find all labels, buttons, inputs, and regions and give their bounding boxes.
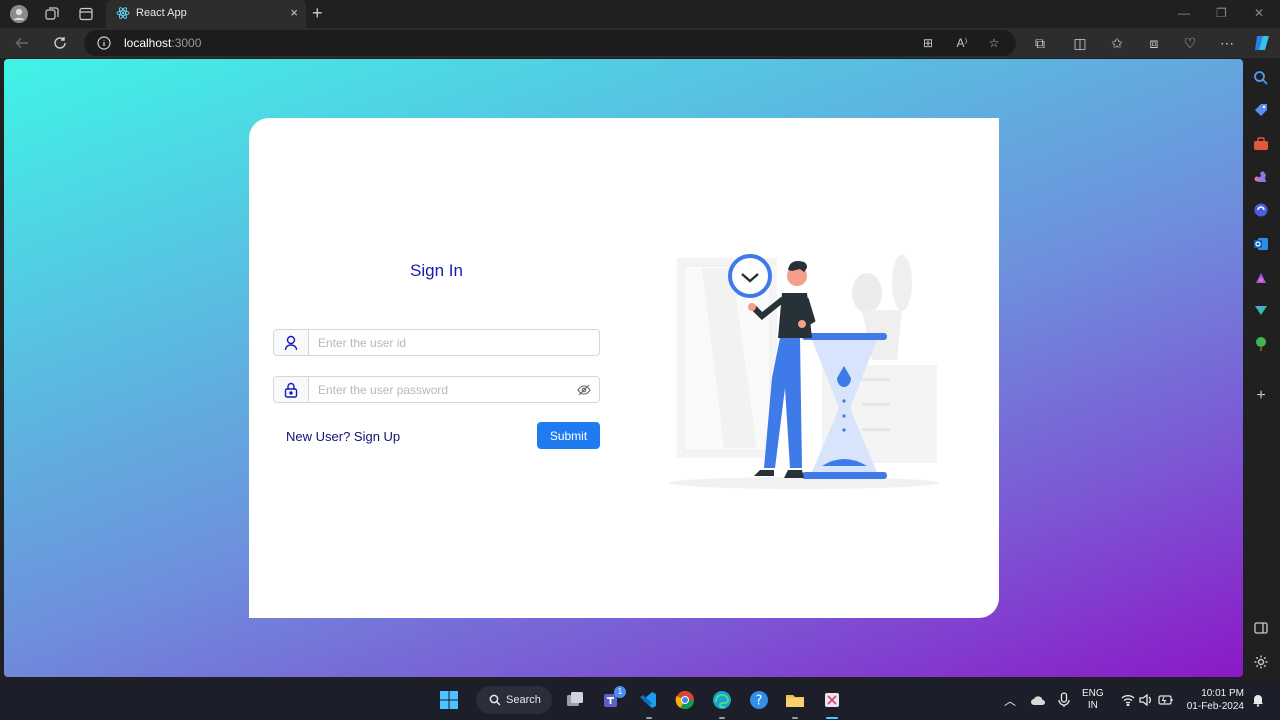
address-bar[interactable]: localhost:3000 ⊞ A⁾ ☆ [84, 30, 1016, 56]
taskbar-search[interactable]: Search [476, 686, 552, 714]
search-label: Search [506, 694, 541, 706]
system-clock[interactable]: 10:01 PM 01-Feb-2024 [1187, 687, 1244, 713]
search-icon[interactable] [1253, 70, 1269, 86]
tree-icon[interactable] [1253, 336, 1269, 352]
profile-avatar-icon[interactable] [9, 4, 29, 24]
site-info-icon[interactable] [97, 36, 111, 50]
clock-time: 10:01 PM [1201, 688, 1244, 699]
copilot-icon[interactable] [1252, 33, 1272, 53]
svg-text:?: ? [756, 694, 763, 709]
add-sidebar-app-icon[interactable]: + [1253, 388, 1269, 404]
signin-card: Sign In New User? Sign Up Submit [249, 118, 999, 618]
drop-icon[interactable] [1253, 302, 1269, 318]
browser-tab-strip: React App × + — ❐ ✕ [0, 0, 1280, 28]
page-background: Sign In New User? Sign Up Submit [4, 59, 1243, 677]
tab-react-app[interactable]: React App × [106, 0, 306, 28]
more-options-icon[interactable]: ⋯ [1217, 33, 1237, 53]
chrome-icon[interactable] [673, 688, 697, 712]
chevron-up-icon[interactable]: ︿ [998, 688, 1022, 712]
snipping-tool-icon[interactable] [820, 688, 844, 712]
back-icon[interactable] [12, 33, 32, 53]
userid-field [273, 329, 600, 356]
tools-briefcase-icon[interactable] [1253, 136, 1269, 152]
time-illustration [669, 254, 939, 489]
url-text: localhost:3000 [124, 36, 202, 50]
designer-icon[interactable] [1253, 270, 1269, 286]
copilot-sidebar-icon[interactable] [1253, 202, 1269, 218]
task-view-icon[interactable] [563, 688, 587, 712]
explorer-running-indicator [792, 717, 798, 719]
user-icon [274, 330, 309, 355]
lock-icon [274, 377, 309, 402]
tab-actions-icon[interactable] [76, 4, 96, 24]
workspaces-icon[interactable] [42, 4, 62, 24]
extensions-icon[interactable]: ⧉ [1030, 33, 1050, 53]
edge-sidebar: + [1243, 58, 1280, 682]
file-explorer-icon[interactable] [783, 688, 807, 712]
browser-essentials-icon[interactable]: ♡ [1180, 33, 1200, 53]
windows-start-icon[interactable] [437, 688, 461, 712]
help-icon[interactable]: ? [747, 688, 771, 712]
edge-running-indicator [719, 717, 725, 719]
split-screen-icon[interactable]: ◫ [1070, 33, 1090, 53]
shopping-tag-icon[interactable] [1253, 102, 1269, 118]
eye-slash-icon[interactable] [577, 383, 591, 397]
react-logo-icon [116, 7, 130, 19]
tab-close-button[interactable]: × [290, 5, 298, 21]
outlook-icon[interactable] [1253, 236, 1269, 252]
read-aloud-icon[interactable]: A⁾ [954, 35, 970, 51]
minimize-button[interactable]: — [1178, 6, 1190, 20]
password-field [273, 376, 600, 403]
collections-icon[interactable]: ⧈ [1144, 33, 1164, 53]
favorites-icon[interactable]: ✩ [1107, 33, 1127, 53]
onedrive-cloud-icon[interactable] [1026, 688, 1050, 712]
userid-input[interactable] [318, 333, 578, 352]
battery-icon[interactable] [1154, 688, 1178, 712]
teams-notification-badge: 1 [614, 686, 626, 698]
clock-date: 01-Feb-2024 [1186, 701, 1244, 712]
page-title: Sign In [410, 261, 463, 280]
games-chess-icon[interactable] [1253, 168, 1269, 184]
signup-link[interactable]: New User? Sign Up [286, 429, 400, 444]
microphone-icon[interactable] [1052, 688, 1076, 712]
favorite-star-icon[interactable]: ☆ [986, 35, 1002, 51]
restore-button[interactable]: ❐ [1216, 6, 1227, 20]
edge-icon[interactable] [710, 688, 734, 712]
vscode-running-indicator [646, 717, 652, 719]
new-tab-button[interactable]: + [312, 3, 323, 23]
notification-bell-icon[interactable] [1246, 688, 1270, 712]
password-input[interactable] [318, 380, 578, 399]
app-available-icon[interactable]: ⊞ [920, 35, 936, 51]
browser-toolbar: localhost:3000 ⊞ A⁾ ☆ ⧉ ◫ ✩ ⧈ ♡ ⋯ [0, 28, 1280, 58]
search-icon [489, 694, 501, 706]
vscode-icon[interactable] [636, 688, 660, 712]
snipping-running-indicator [826, 717, 838, 719]
hide-sidebar-icon[interactable] [1253, 620, 1269, 636]
windows-taskbar: Search 1 ? ︿ ENG IN 10:01 PM 01-Feb-2024 [0, 680, 1280, 720]
refresh-icon[interactable] [50, 33, 70, 53]
submit-button[interactable]: Submit [537, 422, 600, 449]
close-window-button[interactable]: ✕ [1254, 6, 1264, 20]
settings-gear-icon[interactable] [1253, 654, 1269, 670]
tab-title: React App [136, 7, 187, 19]
language-indicator[interactable]: ENG IN [1082, 688, 1104, 712]
